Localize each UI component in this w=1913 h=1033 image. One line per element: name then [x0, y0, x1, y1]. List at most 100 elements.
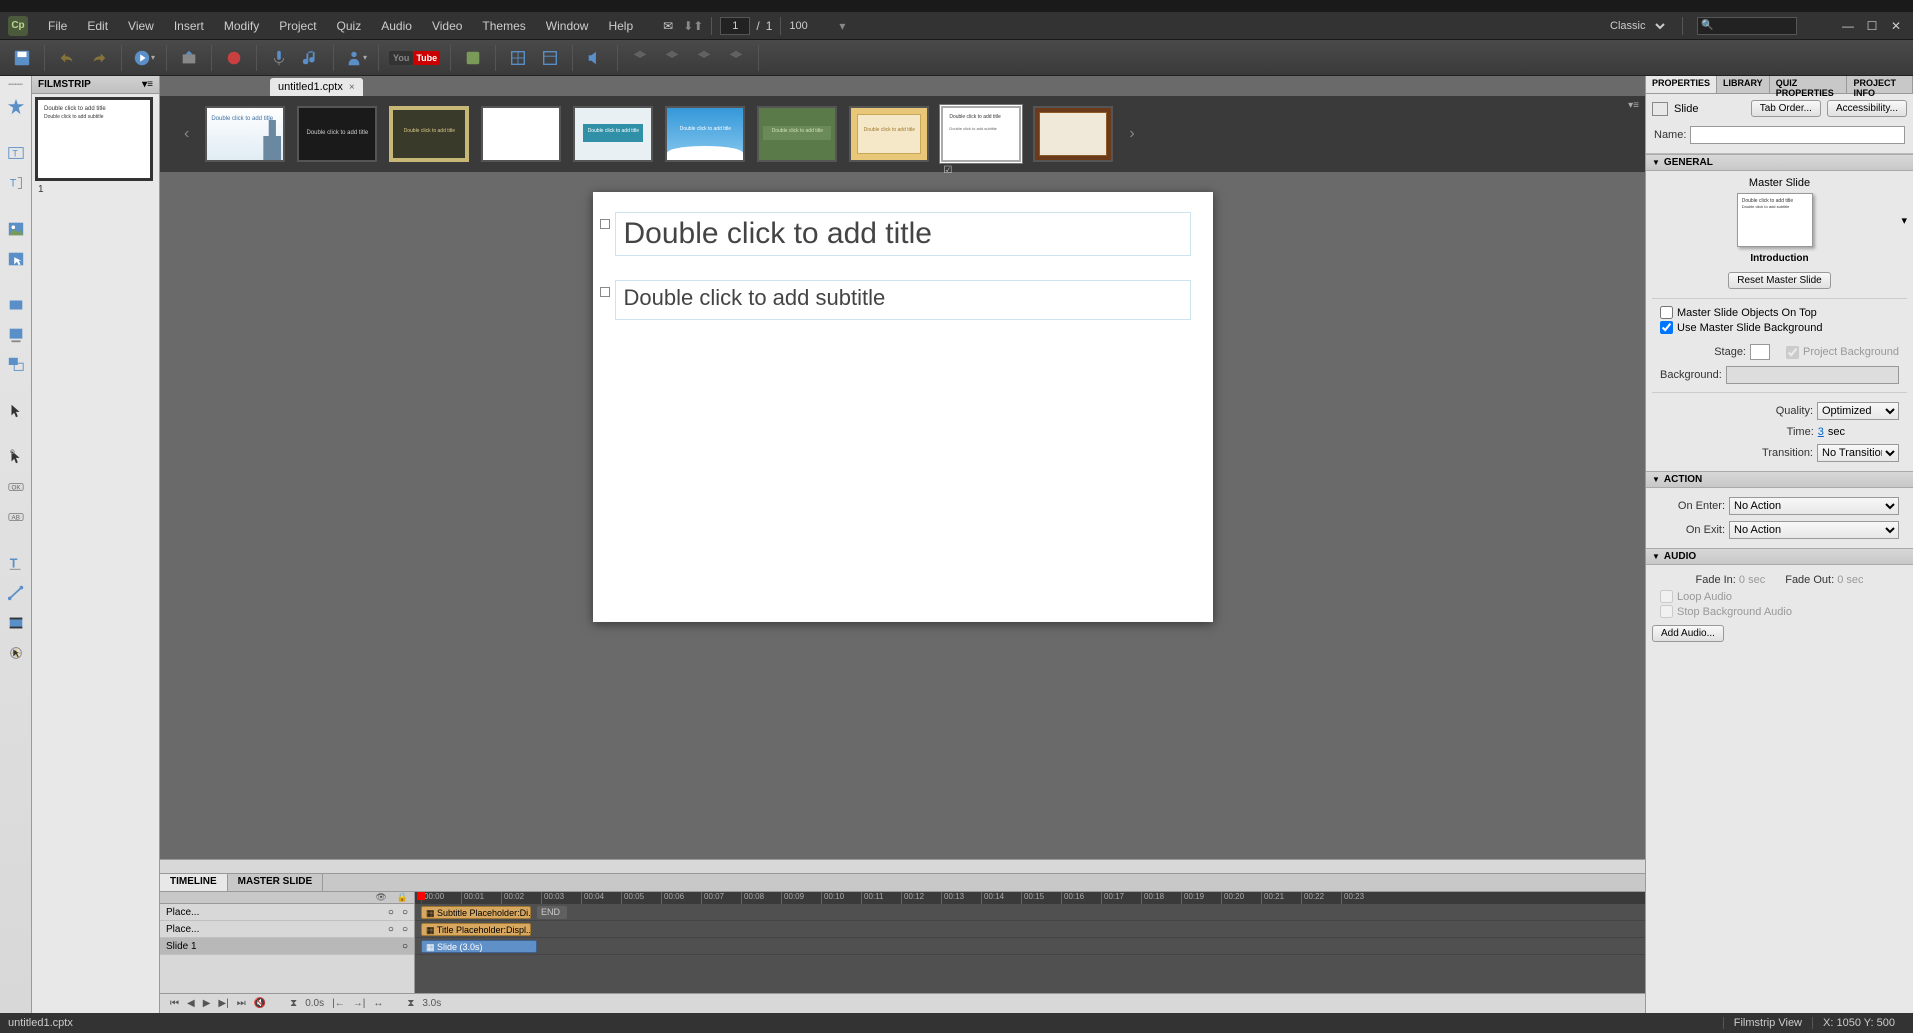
timeline-last-icon[interactable]: ⏭: [237, 998, 246, 1009]
widget-tool-icon[interactable]: [4, 641, 28, 665]
record-button[interactable]: [220, 44, 248, 72]
download-icon[interactable]: ⬇: [683, 19, 693, 33]
mail-icon[interactable]: ✉: [663, 19, 673, 33]
zoom-input[interactable]: [789, 17, 839, 35]
document-tab-close-icon[interactable]: ×: [349, 82, 355, 93]
menu-quiz[interactable]: Quiz: [327, 19, 372, 33]
workspace-dropdown[interactable]: Classic: [1600, 17, 1668, 35]
timeline-prev-icon[interactable]: ◀: [187, 998, 195, 1009]
horizontal-scrollbar[interactable]: [160, 859, 1645, 873]
text-anim-tool-icon[interactable]: T: [4, 551, 28, 575]
document-tab[interactable]: untitled1.cptx ×: [270, 78, 363, 96]
time-value[interactable]: 3: [1818, 426, 1824, 438]
master-slide-thumb[interactable]: Double click to add title Double click t…: [1737, 193, 1813, 247]
tab-properties[interactable]: PROPERTIES: [1646, 76, 1717, 93]
theme-thumb-7[interactable]: Double click to add title: [757, 106, 837, 162]
page-input[interactable]: [720, 17, 750, 35]
on-exit-select[interactable]: No Action: [1729, 521, 1899, 539]
canvas-area[interactable]: Double click to add title Double click t…: [160, 172, 1645, 859]
menu-project[interactable]: Project: [269, 19, 326, 33]
accessibility-button[interactable]: Accessibility...: [1827, 100, 1907, 117]
timeline-clip[interactable]: ▦ Slide (3.0s): [421, 940, 537, 953]
menu-themes[interactable]: Themes: [472, 19, 535, 33]
click-box-tool-icon[interactable]: [4, 445, 28, 469]
animation-tool-icon[interactable]: [4, 611, 28, 635]
section-action-header[interactable]: ▼ACTION: [1646, 471, 1913, 488]
placeholder-handle-icon[interactable]: [600, 287, 610, 297]
text-caption-tool-icon[interactable]: T: [4, 141, 28, 165]
tab-project-info[interactable]: PROJECT INFO: [1847, 76, 1913, 93]
theme-thumb-2[interactable]: Double click to add title: [297, 106, 377, 162]
master-slide-dropdown-icon[interactable]: ▾: [1901, 214, 1907, 227]
table-button[interactable]: [504, 44, 532, 72]
youtube-button[interactable]: YouTube: [387, 44, 442, 72]
toolbar-btn-d[interactable]: [722, 44, 750, 72]
title-placeholder[interactable]: Double click to add title: [615, 212, 1191, 256]
theme-thumb-3[interactable]: Double click to add title: [389, 106, 469, 162]
eye-column-icon[interactable]: 👁: [375, 892, 386, 903]
timeline-row[interactable]: Place...○○: [160, 921, 414, 938]
star-tool-icon[interactable]: [4, 95, 28, 119]
text-button-tool-icon[interactable]: AB: [4, 505, 28, 529]
layout-button[interactable]: [536, 44, 564, 72]
timeline-snap-left-icon[interactable]: |←: [332, 998, 345, 1009]
menu-edit[interactable]: Edit: [77, 19, 118, 33]
window-minimize-button[interactable]: —: [1839, 18, 1857, 34]
menu-help[interactable]: Help: [598, 19, 643, 33]
window-close-button[interactable]: ✕: [1887, 18, 1905, 34]
theme-thumb-8[interactable]: Double click to add title: [849, 106, 929, 162]
highlight-tool-icon[interactable]: [4, 293, 28, 317]
preview-button[interactable]: ▾: [130, 44, 158, 72]
text-entry-tool-icon[interactable]: T: [4, 171, 28, 195]
theme-thumb-4[interactable]: [481, 106, 561, 162]
theme-next-icon[interactable]: ›: [1125, 125, 1138, 143]
toolbar-btn-a[interactable]: [626, 44, 654, 72]
image-tool-icon[interactable]: [4, 217, 28, 241]
timeline-row[interactable]: Place...○○: [160, 904, 414, 921]
save-button[interactable]: [8, 44, 36, 72]
objects-on-top-checkbox[interactable]: [1660, 306, 1673, 319]
theme-thumb-10[interactable]: [1033, 106, 1113, 162]
menu-window[interactable]: Window: [536, 19, 599, 33]
toolbar-btn-c[interactable]: [690, 44, 718, 72]
subtitle-placeholder[interactable]: Double click to add subtitle: [615, 280, 1191, 320]
timeline-play-icon[interactable]: ▶: [203, 998, 211, 1009]
timeline-mute-icon[interactable]: 🔇: [254, 998, 266, 1009]
timeline-clip[interactable]: ▦ Subtitle Placeholder:Di...: [421, 906, 531, 919]
audio-button[interactable]: [297, 44, 325, 72]
line-tool-icon[interactable]: [4, 581, 28, 605]
button-tool-icon[interactable]: OK: [4, 475, 28, 499]
transition-select[interactable]: No Transition: [1817, 444, 1899, 462]
menu-modify[interactable]: Modify: [214, 19, 269, 33]
use-master-bg-checkbox[interactable]: [1660, 321, 1673, 334]
stage-color-swatch[interactable]: [1750, 344, 1770, 360]
theme-thumb-5[interactable]: Double click to add title: [573, 106, 653, 162]
zoom-dropdown-icon[interactable]: ▾: [839, 19, 845, 33]
lock-column-icon[interactable]: 🔒: [397, 892, 408, 903]
zoom-area-tool-icon[interactable]: [4, 353, 28, 377]
reset-master-slide-button[interactable]: Reset Master Slide: [1728, 272, 1830, 289]
filmstrip-slide-thumb[interactable]: Double click to add title Double click t…: [36, 98, 152, 180]
mouse-tool-icon[interactable]: [4, 399, 28, 423]
timeline-first-icon[interactable]: ⏮: [170, 998, 179, 1009]
redo-button[interactable]: [85, 44, 113, 72]
name-input[interactable]: [1690, 126, 1905, 144]
filmstrip-menu-icon[interactable]: ▾≡: [142, 79, 153, 90]
timeline-tracks[interactable]: 00:0000:0100:0200:0300:0400:0500:0600:07…: [415, 892, 1645, 993]
tab-order-button[interactable]: Tab Order...: [1751, 100, 1821, 117]
tab-library[interactable]: LIBRARY: [1717, 76, 1770, 93]
tab-quiz-properties[interactable]: QUIZ PROPERTIES: [1770, 76, 1848, 93]
theme-prev-icon[interactable]: ‹: [180, 125, 193, 143]
tab-timeline[interactable]: TIMELINE: [160, 874, 228, 891]
grip-icon[interactable]: ┅┅┅: [8, 80, 22, 89]
on-enter-select[interactable]: No Action: [1729, 497, 1899, 515]
window-maximize-button[interactable]: ☐: [1863, 18, 1881, 34]
quality-select[interactable]: Optimized: [1817, 402, 1899, 420]
object-button[interactable]: [459, 44, 487, 72]
timeline-stretch-icon[interactable]: ↔: [373, 998, 383, 1009]
record-audio-button[interactable]: [265, 44, 293, 72]
add-audio-button[interactable]: Add Audio...: [1652, 625, 1724, 642]
slidelet-tool-icon[interactable]: [4, 323, 28, 347]
undo-button[interactable]: [53, 44, 81, 72]
search-box[interactable]: 🔍: [1697, 17, 1797, 35]
